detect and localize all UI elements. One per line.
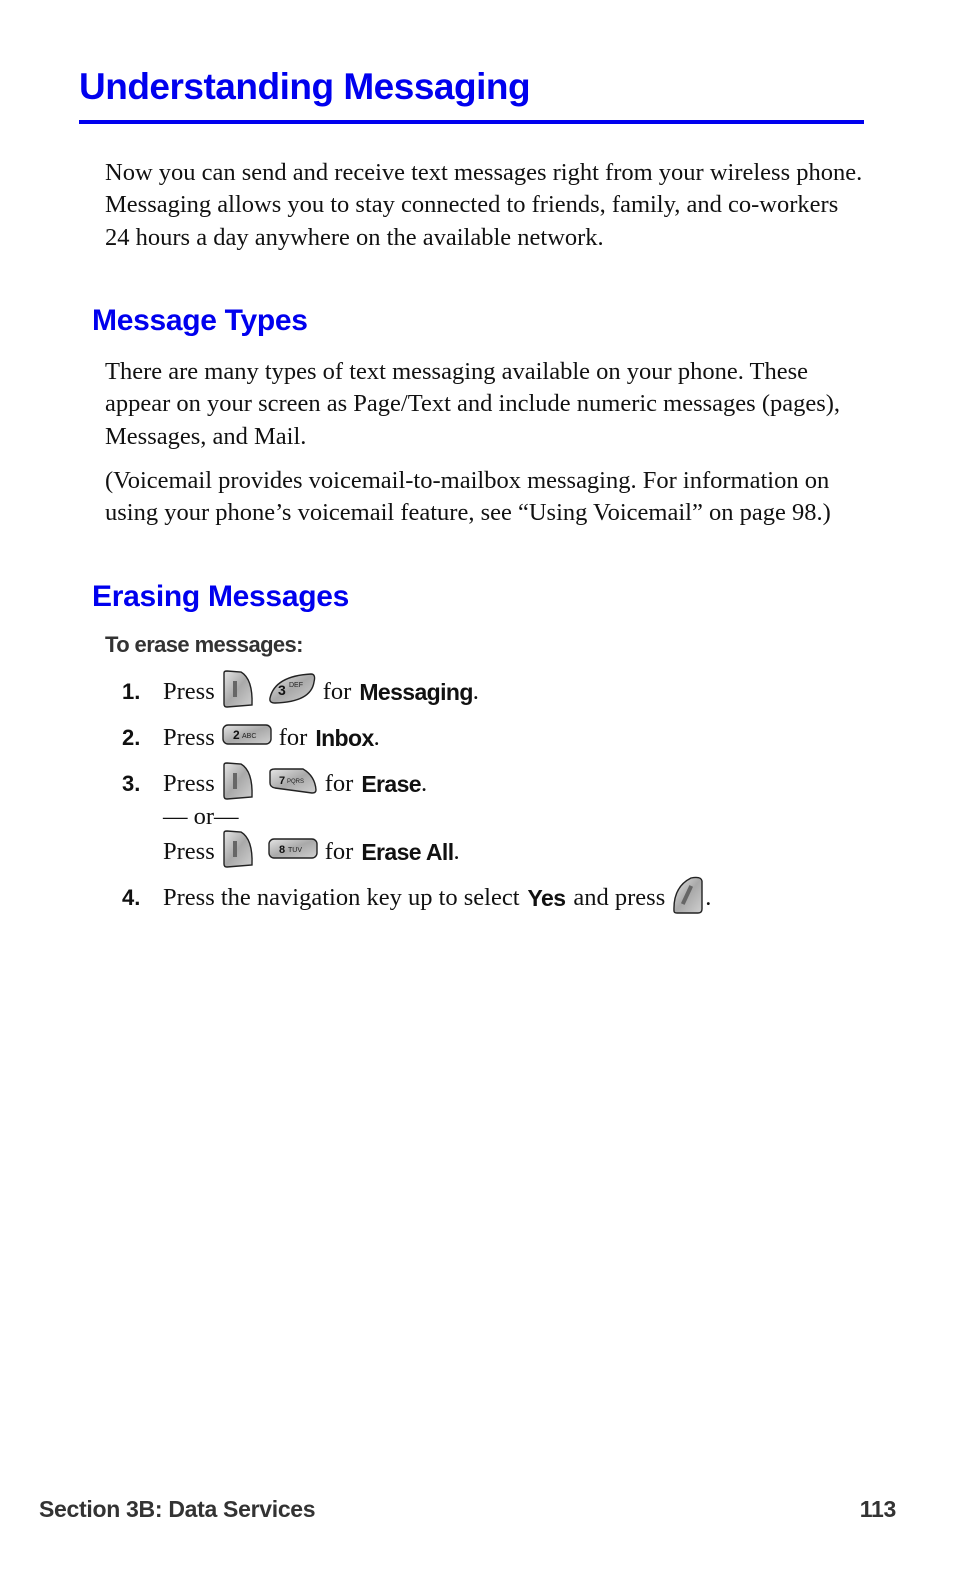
step-for-text: for: [324, 770, 354, 797]
step-press-text: Press: [163, 838, 215, 865]
step-text-after: and press: [573, 884, 666, 911]
step-1: 1. Press 3 DEF for Messaging.: [122, 669, 479, 713]
menu-key-icon: [221, 669, 255, 716]
key-3-def-icon: 3 DEF: [267, 672, 317, 713]
step-end: .: [420, 770, 428, 797]
step-number: 4.: [122, 885, 141, 910]
key-2-abc-icon: 2 ABC: [221, 723, 273, 754]
key-8-tuv-icon: 8 TUV: [267, 837, 319, 868]
svg-text:8: 8: [279, 844, 285, 856]
step-4: 4. Press the navigation key up to select…: [122, 876, 712, 918]
step-text-before: Press the navigation key up to select: [163, 884, 520, 911]
step-end: .: [453, 838, 460, 865]
svg-text:PQRS: PQRS: [287, 779, 304, 785]
step-press-text: Press: [163, 724, 215, 751]
menu-key-icon: [221, 829, 255, 876]
svg-text:ABC: ABC: [242, 733, 256, 740]
or-separator: — or—: [163, 803, 239, 830]
key-7-pqrs-icon: 7 PQRS: [267, 766, 319, 803]
ok-key-icon: [671, 875, 705, 922]
step-for-text: for: [324, 838, 354, 865]
footer-section-label: Section 3B: Data Services: [39, 1496, 316, 1522]
step-target: Yes: [527, 884, 566, 911]
step-for-text: for: [322, 678, 352, 705]
step-target: Erase: [361, 770, 421, 797]
voicemail-paragraph: (Voicemail provides voicemail-to-mailbox…: [105, 467, 831, 527]
step-for-text: for: [278, 724, 308, 751]
step-target: Inbox: [315, 724, 374, 751]
step-end: .: [705, 884, 712, 911]
title-rule: [79, 120, 864, 124]
step-end: .: [472, 678, 479, 705]
menu-key-icon: [221, 761, 255, 808]
section-heading-message-types: Message Types: [92, 304, 308, 337]
svg-text:TUV: TUV: [288, 847, 302, 854]
step-end: .: [373, 724, 380, 751]
svg-text:7: 7: [279, 775, 285, 787]
procedure-lead: To erase messages:: [105, 632, 304, 657]
step-number: 2.: [122, 725, 141, 750]
page-title: Understanding Messaging: [79, 66, 531, 107]
svg-text:2: 2: [233, 728, 240, 742]
step-2: 2. Press 2 ABC for Inbox.: [122, 718, 380, 758]
step-press-text: Press: [163, 770, 215, 797]
section-heading-erasing-messages: Erasing Messages: [92, 580, 349, 613]
step-press-text: Press: [163, 678, 215, 705]
step-target: Messaging: [359, 678, 473, 705]
message-types-paragraph: There are many types of text messaging a…: [105, 358, 841, 450]
step-number: 3.: [122, 771, 141, 796]
intro-paragraph: Now you can send and receive text messag…: [105, 159, 863, 251]
svg-text:DEF: DEF: [289, 682, 303, 689]
step-number: 1.: [122, 679, 141, 704]
svg-text:3: 3: [278, 682, 286, 698]
step-target: Erase All: [361, 838, 454, 865]
step-3: 3. Press 7 PQRS for Erase.: [122, 761, 428, 804]
footer-page-number: 113: [859, 1496, 897, 1522]
step-3-alternative: Press 8 TUV for Erase All.: [163, 829, 460, 872]
